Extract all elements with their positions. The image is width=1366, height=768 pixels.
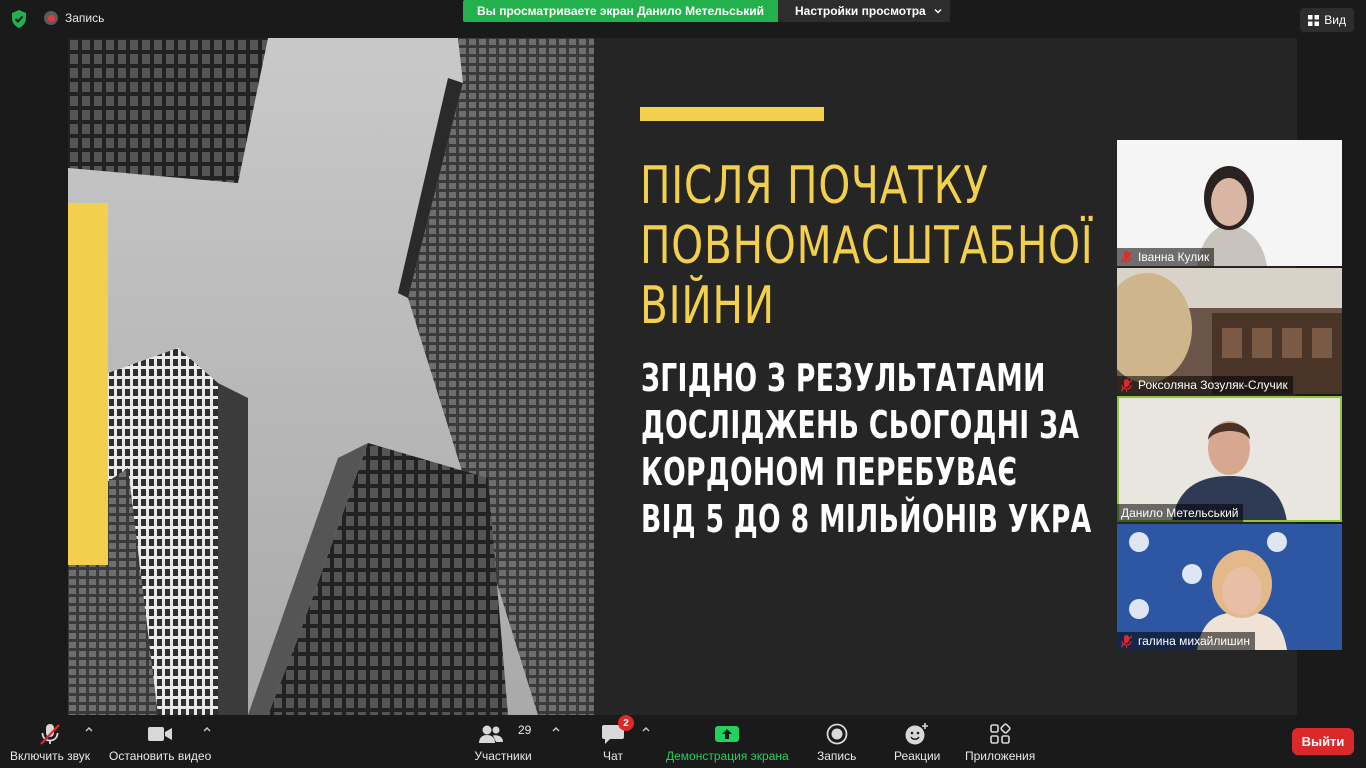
slide-accent-line xyxy=(640,107,824,121)
muted-microphone-icon xyxy=(40,724,60,745)
participant-tile[interactable]: Іванна Кулик xyxy=(1117,140,1342,266)
headline-line: ПОВНОМАСШТАБНОЇ xyxy=(640,216,1094,276)
body-line: ДОСЛІДЖЕНЬ СЬОГОДНІ ЗА xyxy=(641,403,1080,447)
slide-yellow-bar xyxy=(68,203,108,565)
participants-count: 29 xyxy=(518,723,532,737)
grid-icon xyxy=(1308,14,1320,26)
body-line: ЗГІДНО З РЕЗУЛЬТАТАМИ xyxy=(641,356,1046,400)
recording-indicator[interactable]: Запись xyxy=(44,11,104,25)
chat-label: Чат xyxy=(603,749,623,763)
security-shield-icon[interactable] xyxy=(9,9,29,29)
participants-icon xyxy=(479,725,503,743)
participant-name-tag: Іванна Кулик xyxy=(1117,248,1215,266)
participant-name: Данило Метельський xyxy=(1121,506,1239,520)
skyscrapers-photo xyxy=(68,38,594,715)
slide-body-text: ЗГІДНО З РЕЗУЛЬТАТАМИ ДОСЛІДЖЕНЬ СЬОГОДН… xyxy=(641,355,1131,543)
participant-name-tag: галина михайлишин xyxy=(1117,632,1255,650)
view-settings-dropdown[interactable]: Настройки просмотра xyxy=(778,0,950,22)
participant-name: Роксоляна Зозуляк-Случик xyxy=(1138,378,1288,392)
record-button[interactable]: Запись xyxy=(817,721,856,763)
chat-options-chevron-up-icon[interactable] xyxy=(641,725,651,733)
view-settings-label: Настройки просмотра xyxy=(795,4,926,18)
chevron-down-icon xyxy=(934,9,942,14)
muted-mic-icon xyxy=(1121,378,1132,392)
reactions-label: Реакции xyxy=(894,749,941,763)
reactions-button[interactable]: Реакции xyxy=(894,721,940,763)
record-label: Запись xyxy=(817,749,857,763)
participant-name: галина михайлишин xyxy=(1138,634,1250,648)
unmute-label: Включить звук xyxy=(10,749,91,763)
top-bar: Запись Вы просматриваете экран Данило Ме… xyxy=(0,0,1366,38)
apps-button[interactable]: Приложения xyxy=(965,721,1035,763)
video-options-chevron-up-icon[interactable] xyxy=(202,725,212,733)
body-line: КОРДОНОМ ПЕРЕБУВАЄ xyxy=(641,450,1018,494)
recording-label: Запись xyxy=(65,11,105,25)
participants-label: Участники xyxy=(474,749,532,763)
view-label: Вид xyxy=(1324,13,1346,27)
chat-unread-badge: 2 xyxy=(618,715,634,731)
record-dot-icon xyxy=(44,11,58,25)
apps-label: Приложения xyxy=(965,749,1036,763)
participant-name-tag: Данило Метельський xyxy=(1117,504,1244,522)
stop-video-button[interactable]: Остановить видео xyxy=(109,721,211,763)
leave-meeting-button[interactable]: Выйти xyxy=(1292,728,1354,755)
participants-options-chevron-up-icon[interactable] xyxy=(551,725,561,733)
headline-line: ВІЙНИ xyxy=(640,276,775,336)
shared-screen-slide: ПІСЛЯ ПОЧАТКУ ПОВНОМАСШТАБНОЇ ВІЙНИ ЗГІД… xyxy=(68,38,1297,715)
chat-button[interactable]: 2 Чат xyxy=(601,715,634,763)
muted-mic-icon xyxy=(1121,250,1132,264)
participants-button[interactable]: 29 Участники xyxy=(474,721,532,763)
participant-tile[interactable]: галина михайлишин xyxy=(1117,524,1342,650)
muted-mic-icon xyxy=(1121,634,1132,648)
participant-tile-active-speaker[interactable]: Данило Метельський xyxy=(1117,396,1342,522)
record-icon xyxy=(826,723,848,745)
video-camera-icon xyxy=(148,727,173,741)
participant-name: Іванна Кулик xyxy=(1138,250,1210,264)
participant-tile[interactable]: Роксоляна Зозуляк-Случик xyxy=(1117,268,1342,394)
screen-share-banner: Вы просматриваете экран Данило Метельськ… xyxy=(463,0,950,22)
view-button[interactable]: Вид xyxy=(1300,8,1354,32)
meeting-toolbar: Включить звук Остановить видео 29 Участн… xyxy=(0,715,1366,768)
participant-name-tag: Роксоляна Зозуляк-Случик xyxy=(1117,376,1293,394)
add-reaction-smiley-icon xyxy=(905,723,929,745)
share-screen-arrow-icon xyxy=(715,726,740,742)
share-screen-label: Демонстрация экрана xyxy=(666,749,789,763)
body-line: ВІД 5 ДО 8 МІЛЬЙОНІВ УКРА xyxy=(641,497,1092,541)
slide-headline: ПІСЛЯ ПОЧАТКУ ПОВНОМАСШТАБНОЇ ВІЙНИ xyxy=(640,156,1147,336)
participant-tiles: Іванна Кулик Роксоляна Зозуляк-Случик Да… xyxy=(1117,140,1342,652)
stop-video-label: Остановить видео xyxy=(109,749,212,763)
unmute-button[interactable]: Включить звук xyxy=(10,721,90,763)
share-screen-button[interactable]: Демонстрация экрана xyxy=(666,721,789,763)
headline-line: ПІСЛЯ ПОЧАТКУ xyxy=(640,156,989,216)
apps-grid-icon xyxy=(990,723,1011,744)
share-banner-text: Вы просматриваете экран Данило Метельськ… xyxy=(463,0,778,22)
audio-options-chevron-up-icon[interactable] xyxy=(84,725,94,733)
